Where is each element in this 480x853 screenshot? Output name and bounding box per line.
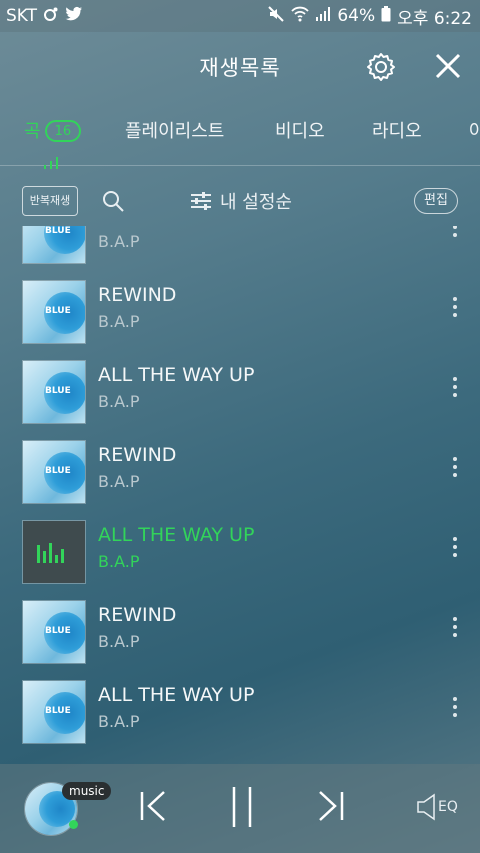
playing-indicator — [69, 820, 78, 829]
edit-button[interactable]: 편집 — [414, 188, 458, 214]
song-row[interactable]: BLUE ALL THE WAY UP B.A.P — [0, 352, 480, 432]
album-art: BLUE — [22, 226, 86, 264]
song-row[interactable]: BLUE B.A.P — [0, 226, 480, 272]
status-bar: SKT 64% 오후 6:22 — [0, 0, 480, 32]
tab-radio[interactable]: 라디오 — [372, 117, 422, 143]
album-art-text: BLUE — [45, 626, 71, 636]
now-playing-eq-icon — [44, 150, 62, 169]
wifi-icon — [291, 6, 309, 27]
song-artist: B.A.P — [98, 392, 140, 411]
song-row[interactable]: BLUE ALL THE WAY UP B.A.P — [0, 672, 480, 752]
more-options-icon[interactable] — [450, 226, 460, 250]
eq-label: EQ — [438, 799, 458, 815]
next-button[interactable] — [316, 788, 346, 828]
header: 재생목록 — [0, 32, 480, 102]
song-artist: B.A.P — [98, 712, 140, 731]
tab-more[interactable]: 아 — [469, 117, 480, 143]
more-options-icon[interactable] — [450, 294, 460, 330]
album-art — [22, 520, 86, 584]
more-options-icon[interactable] — [450, 614, 460, 650]
mute-icon — [267, 5, 285, 27]
song-list: BLUE B.A.P BLUE REWIND B.A.P BLUE ALL THE WAY … — [0, 226, 480, 764]
song-artist: B.A.P — [98, 632, 140, 651]
album-art-text: BLUE — [45, 226, 71, 236]
album-art-text: BLUE — [45, 706, 71, 716]
song-row[interactable]: BLUE REWIND B.A.P — [0, 272, 480, 352]
tab-playlists[interactable]: 플레이리스트 — [125, 117, 224, 143]
gear-icon — [367, 53, 395, 81]
twitter-icon — [65, 6, 83, 27]
song-title: REWIND — [98, 284, 177, 306]
song-artist: B.A.P — [98, 552, 140, 571]
previous-button[interactable] — [138, 788, 168, 828]
tab-videos[interactable]: 비디오 — [275, 117, 325, 143]
tab-bar: 곡 16 플레이리스트 비디오 라디오 아 — [0, 102, 480, 169]
more-options-icon[interactable] — [450, 534, 460, 570]
song-row[interactable]: BLUE REWIND B.A.P — [0, 592, 480, 672]
sort-label: 내 설정순 — [220, 192, 292, 213]
more-options-icon[interactable] — [450, 454, 460, 490]
song-count-badge: 16 — [44, 120, 82, 142]
song-row[interactable]: ALL THE WAY UP B.A.P — [0, 512, 480, 592]
song-title: ALL THE WAY UP — [98, 364, 255, 386]
mini-player: music EQ — [0, 764, 480, 853]
more-options-icon[interactable] — [450, 374, 460, 410]
clock: 오후 6:22 — [397, 8, 472, 29]
album-art-text: BLUE — [45, 466, 71, 476]
pause-button[interactable] — [228, 784, 256, 834]
album-art: BLUE — [22, 360, 86, 424]
search-icon — [103, 191, 124, 212]
list-controls: 반복재생 내 설정순 편집 — [0, 180, 480, 224]
album-art: BLUE — [22, 440, 86, 504]
album-art-text: BLUE — [45, 386, 71, 396]
repeat-button[interactable]: 반복재생 — [22, 186, 78, 216]
tab-songs-label: 곡 — [24, 121, 41, 142]
signal-icon — [315, 6, 331, 27]
search-button[interactable] — [100, 188, 126, 214]
sliders-icon — [191, 192, 211, 210]
eq-button[interactable]: EQ — [416, 792, 458, 822]
album-art: BLUE — [22, 280, 86, 344]
song-artist: B.A.P — [98, 472, 140, 491]
song-artist: B.A.P — [98, 312, 140, 331]
tab-songs[interactable]: 곡 16 — [24, 117, 82, 143]
more-options-icon[interactable] — [450, 694, 460, 730]
song-title: ALL THE WAY UP — [98, 684, 255, 706]
album-art: BLUE — [22, 680, 86, 744]
sort-button[interactable]: 내 설정순 — [190, 186, 292, 216]
speaker-icon — [417, 793, 435, 821]
settings-button[interactable] — [364, 50, 398, 84]
album-art: BLUE — [22, 600, 86, 664]
song-row[interactable]: BLUE REWIND B.A.P — [0, 432, 480, 512]
skip-next-icon — [319, 791, 344, 821]
song-title: ALL THE WAY UP — [98, 524, 255, 546]
skip-previous-icon — [140, 791, 165, 821]
carrier-label: SKT — [6, 6, 38, 26]
battery-percent: 64% — [337, 6, 376, 26]
song-title: REWIND — [98, 444, 177, 466]
page-title: 재생목록 — [199, 56, 281, 80]
song-artist: B.A.P — [98, 232, 140, 251]
close-icon — [435, 53, 461, 79]
pause-icon — [232, 787, 252, 827]
close-button[interactable] — [432, 50, 464, 82]
notification-icon — [43, 6, 59, 27]
music-badge: music — [62, 782, 112, 800]
album-art-text: BLUE — [45, 306, 71, 316]
song-title: REWIND — [98, 604, 177, 626]
battery-icon — [381, 5, 391, 27]
